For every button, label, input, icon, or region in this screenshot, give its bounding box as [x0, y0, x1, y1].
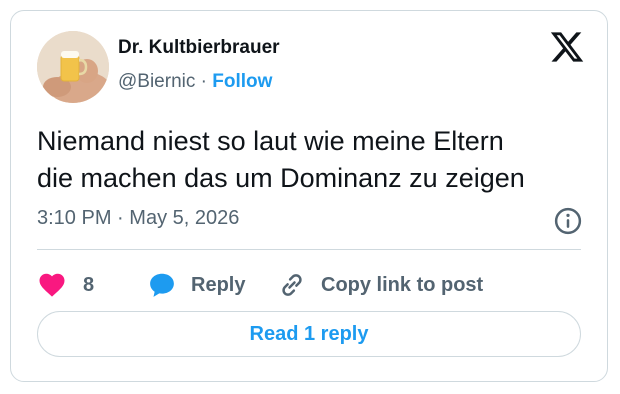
like-button[interactable]: 8: [37, 269, 94, 301]
divider: [37, 249, 581, 250]
post-timestamp[interactable]: 3:10 PM · May 5, 2026: [37, 207, 239, 230]
x-logo-icon[interactable]: [549, 29, 585, 65]
post-text-line-1: Niemand niest so laut wie meine Eltern: [37, 126, 504, 156]
post-text: Niemand niest so laut wie meine Eltern d…: [37, 123, 597, 197]
avatar-image: [37, 31, 109, 103]
action-bar: 8 Reply Copy link to post: [37, 269, 581, 301]
author-name[interactable]: Dr. Kultbierbrauer: [118, 37, 280, 59]
like-count: 8: [83, 273, 95, 296]
post-text-line-2: die machen das um Dominanz zu zeigen: [37, 163, 525, 193]
avatar[interactable]: [37, 31, 109, 103]
handle-separator: ·: [200, 71, 207, 92]
reply-label: Reply: [191, 273, 246, 296]
post-card: Dr. Kultbierbrauer @Biernic · Follow Nie…: [10, 10, 608, 382]
author-handle-line: @Biernic · Follow: [118, 71, 272, 93]
copy-link-label: Copy link to post: [321, 273, 484, 296]
post-date: May 5, 2026: [129, 207, 240, 229]
heart-icon: [39, 273, 65, 297]
read-replies-button[interactable]: Read 1 reply: [37, 311, 581, 357]
author-handle[interactable]: @Biernic: [118, 71, 195, 92]
link-icon: [282, 274, 302, 296]
reply-bubble-icon: [150, 273, 174, 297]
reply-button[interactable]: Reply: [147, 269, 245, 301]
info-icon[interactable]: [553, 206, 583, 236]
meta-separator: ·: [117, 207, 124, 229]
post-time: 3:10 PM: [37, 207, 112, 229]
copy-link-button[interactable]: Copy link to post: [277, 269, 483, 301]
follow-button[interactable]: Follow: [212, 71, 272, 92]
